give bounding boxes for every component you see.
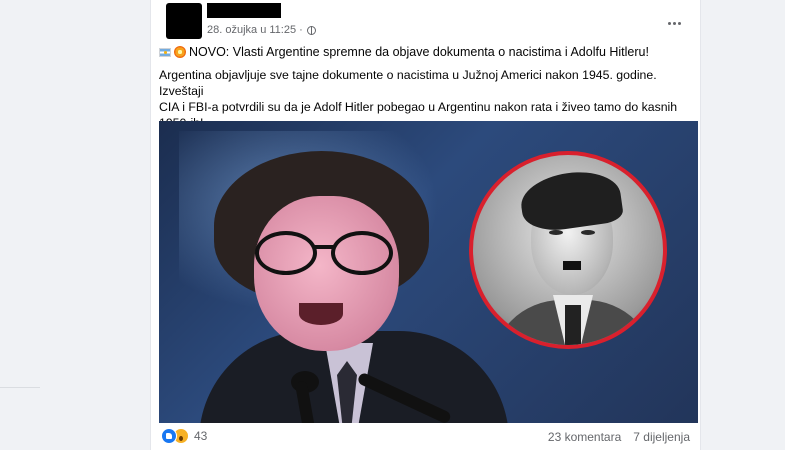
post-header: 28. ožujka u 11:25 · (151, 0, 702, 40)
post-timestamp[interactable]: 28. ožujka u 11:25 · (207, 24, 303, 36)
inset-portrait (469, 151, 667, 349)
facebook-post: 28. ožujka u 11:25 · NOVO: Vlasti Argent… (150, 0, 701, 450)
right-rail (700, 0, 785, 450)
author-avatar-redacted[interactable] (166, 3, 202, 39)
headline-text: NOVO: Vlasti Argentine spremne da objave… (189, 45, 649, 59)
argentina-flag-icon (159, 47, 171, 57)
reactions-summary[interactable]: 43 (161, 428, 207, 444)
globe-icon[interactable] (306, 25, 316, 35)
speaker-mouth (299, 303, 343, 325)
shares-count[interactable]: 7 dijeljenja (633, 430, 690, 444)
reaction-count: 43 (194, 429, 208, 443)
left-rail (0, 0, 150, 450)
sparkle-icon (174, 46, 186, 58)
like-icon (161, 428, 177, 444)
comments-count[interactable]: 23 komentara (548, 430, 621, 444)
post-footer: 43 23 komentara 7 dijeljenja (151, 425, 702, 450)
post-image[interactable] (159, 121, 698, 423)
engagement-stats: 23 komentara 7 dijeljenja (548, 430, 690, 444)
divider (0, 387, 40, 388)
author-name-redacted[interactable] (207, 3, 281, 18)
speaker-glasses (255, 231, 395, 276)
more-options-icon[interactable] (665, 14, 683, 32)
post-meta: 28. ožujka u 11:25 · (207, 24, 316, 36)
microphones (289, 371, 459, 423)
post-headline: NOVO: Vlasti Argentine spremne da objave… (159, 45, 649, 59)
